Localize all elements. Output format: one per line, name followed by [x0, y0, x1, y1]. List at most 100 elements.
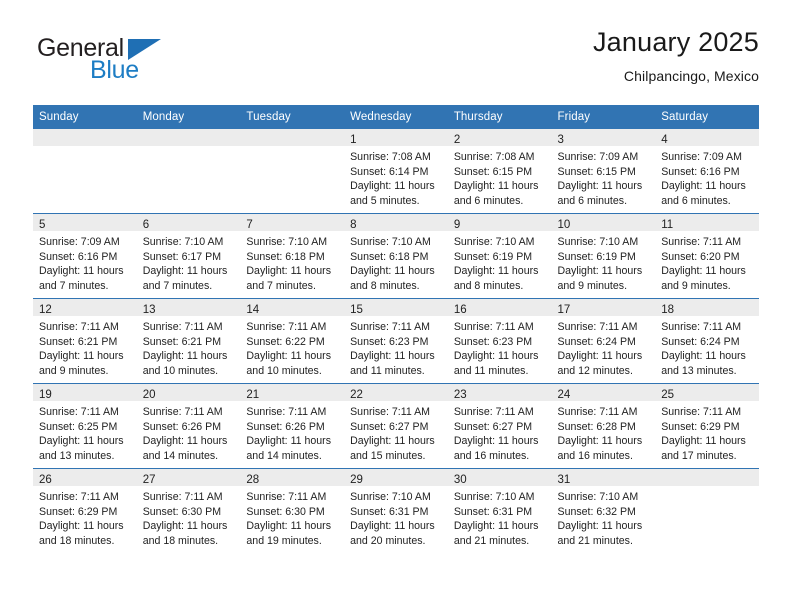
calendar-grid: Sunday Monday Tuesday Wednesday Thursday… — [33, 105, 759, 553]
calendar-day-cell[interactable]: 24 Sunrise: 7:11 AM Sunset: 6:28 PM Dayligh… — [551, 383, 656, 469]
day-cell-body: Sunrise: 7:10 AM Sunset: 6:18 PM Daylight:… — [240, 231, 344, 293]
day-number: 9 — [453, 219, 461, 231]
day-number-band: 22 — [344, 384, 448, 401]
sunset-text: Sunset: 6:26 PM — [246, 420, 325, 433]
day-cell-body: Sunrise: 7:11 AM Sunset: 6:30 PM Daylight:… — [240, 486, 344, 548]
sunset-text: Sunset: 6:18 PM — [246, 250, 325, 263]
calendar-day-cell[interactable]: 27 Sunrise: 7:11 AM Sunset: 6:30 PM Dayligh… — [136, 468, 241, 553]
daylight-text: Daylight: 11 hours and 14 minutes. — [246, 435, 332, 462]
weekday-header-friday: Friday — [551, 105, 656, 129]
calendar-day-cell[interactable]: 28 Sunrise: 7:11 AM Sunset: 6:30 PM Dayligh… — [240, 468, 345, 553]
calendar-page: General Blue January 2025 Chilpancingo, … — [0, 0, 792, 612]
calendar-day-cell-empty — [136, 129, 241, 214]
sunset-text: Sunset: 6:31 PM — [453, 505, 533, 518]
calendar-day-cell[interactable]: 25 Sunrise: 7:11 AM Sunset: 6:29 PM Dayligh… — [655, 383, 759, 469]
calendar-day-cell[interactable]: 15 Sunrise: 7:11 AM Sunset: 6:23 PM Dayligh… — [344, 298, 448, 384]
day-number: 10 — [557, 219, 571, 231]
day-cell-body: Sunrise: 7:10 AM Sunset: 6:31 PM Daylight:… — [448, 486, 552, 548]
sunrise-text: Sunrise: 7:11 AM — [661, 406, 742, 418]
calendar-day-cell[interactable]: 9 Sunrise: 7:10 AM Sunset: 6:19 PM Daylight… — [447, 213, 552, 299]
sunrise-text: Sunrise: 7:11 AM — [142, 406, 223, 418]
daylight-text: Daylight: 11 hours and 9 minutes. — [39, 350, 124, 377]
sunrise-text: Sunrise: 7:11 AM — [39, 321, 119, 333]
page-header: General Blue January 2025 Chilpancingo, … — [33, 26, 759, 98]
daylight-text: Daylight: 11 hours and 13 minutes. — [661, 350, 746, 377]
day-number-band: 11 — [655, 214, 759, 231]
calendar-day-cell[interactable]: 19 Sunrise: 7:11 AM Sunset: 6:25 PM Dayligh… — [33, 383, 137, 469]
calendar-day-cell[interactable]: 16 Sunrise: 7:11 AM Sunset: 6:23 PM Dayligh… — [447, 298, 552, 384]
general-blue-logo[interactable]: General Blue — [33, 26, 263, 88]
day-cell-body: Sunrise: 7:11 AM Sunset: 6:25 PM Daylight:… — [33, 401, 137, 463]
sunset-text: Sunset: 6:19 PM — [453, 250, 533, 263]
sunset-text: Sunset: 6:19 PM — [557, 250, 636, 263]
calendar-body: 1 Sunrise: 7:08 AM Sunset: 6:14 PM Daylight… — [33, 129, 759, 553]
day-number: 8 — [350, 219, 357, 231]
day-number-band: 3 — [551, 129, 656, 146]
day-cell-body: Sunrise: 7:10 AM Sunset: 6:32 PM Daylight:… — [552, 486, 656, 548]
day-cell-body: Sunrise: 7:11 AM Sunset: 6:22 PM Daylight:… — [240, 316, 344, 378]
sunset-text: Sunset: 6:16 PM — [39, 250, 118, 263]
calendar-day-cell[interactable]: 12 Sunrise: 7:11 AM Sunset: 6:21 PM Dayligh… — [33, 298, 137, 384]
sunrise-text: Sunrise: 7:10 AM — [350, 491, 431, 503]
sunrise-text: Sunrise: 7:11 AM — [39, 491, 119, 503]
calendar-day-cell[interactable]: 17 Sunrise: 7:11 AM Sunset: 6:24 PM Dayligh… — [551, 298, 656, 384]
calendar-day-cell[interactable]: 26 Sunrise: 7:11 AM Sunset: 6:29 PM Dayligh… — [33, 468, 137, 553]
sunset-text: Sunset: 6:27 PM — [453, 420, 533, 433]
daylight-text: Daylight: 11 hours and 10 minutes. — [142, 350, 228, 377]
sunrise-text: Sunrise: 7:09 AM — [557, 151, 639, 163]
day-cell-body: Sunrise: 7:11 AM Sunset: 6:21 PM Daylight:… — [33, 316, 137, 378]
sunrise-text: Sunrise: 7:10 AM — [246, 236, 328, 248]
calendar-day-cell[interactable]: 10 Sunrise: 7:10 AM Sunset: 6:19 PM Dayligh… — [551, 213, 656, 299]
day-number-band: 25 — [655, 384, 759, 401]
day-number: 1 — [350, 134, 357, 146]
day-number-band: 17 — [551, 299, 656, 316]
day-number: 14 — [246, 304, 260, 316]
sunrise-text: Sunrise: 7:10 AM — [453, 236, 535, 248]
calendar-day-cell[interactable]: 21 Sunrise: 7:11 AM Sunset: 6:26 PM Dayligh… — [240, 383, 345, 469]
daylight-text: Daylight: 11 hours and 7 minutes. — [246, 265, 332, 292]
daylight-text: Daylight: 11 hours and 18 minutes. — [142, 520, 228, 547]
calendar-day-cell[interactable]: 20 Sunrise: 7:11 AM Sunset: 6:26 PM Dayligh… — [136, 383, 241, 469]
day-number-band: 20 — [136, 384, 241, 401]
calendar-day-cell[interactable]: 5 Sunrise: 7:09 AM Sunset: 6:16 PM Daylight… — [33, 213, 137, 299]
calendar-day-cell[interactable]: 29 Sunrise: 7:10 AM Sunset: 6:31 PM Dayligh… — [344, 468, 448, 553]
calendar-day-cell[interactable]: 13 Sunrise: 7:11 AM Sunset: 6:21 PM Dayligh… — [136, 298, 241, 384]
day-number-band: 24 — [551, 384, 656, 401]
sunrise-text: Sunrise: 7:11 AM — [453, 406, 534, 418]
calendar-day-cell[interactable]: 30 Sunrise: 7:10 AM Sunset: 6:31 PM Dayligh… — [447, 468, 552, 553]
calendar-week-row: 26 Sunrise: 7:11 AM Sunset: 6:29 PM Dayligh… — [33, 468, 759, 553]
day-number: 29 — [350, 474, 363, 486]
day-cell-body — [137, 146, 241, 150]
day-number: 12 — [39, 304, 52, 316]
calendar-day-cell[interactable]: 4 Sunrise: 7:09 AM Sunset: 6:16 PM Daylight… — [655, 129, 759, 214]
sunset-text: Sunset: 6:29 PM — [39, 505, 118, 518]
sunset-text: Sunset: 6:25 PM — [39, 420, 118, 433]
day-number: 3 — [557, 134, 564, 146]
calendar-day-cell[interactable]: 22 Sunrise: 7:11 AM Sunset: 6:27 PM Dayligh… — [344, 383, 448, 469]
sunset-text: Sunset: 6:24 PM — [557, 335, 636, 348]
day-cell-body: Sunrise: 7:08 AM Sunset: 6:14 PM Daylight:… — [344, 146, 448, 208]
calendar-day-cell[interactable]: 3 Sunrise: 7:09 AM Sunset: 6:15 PM Daylight… — [551, 129, 656, 214]
calendar-day-cell[interactable]: 6 Sunrise: 7:10 AM Sunset: 6:17 PM Daylight… — [136, 213, 241, 299]
calendar-day-cell[interactable]: 23 Sunrise: 7:11 AM Sunset: 6:27 PM Dayligh… — [447, 383, 552, 469]
calendar-day-cell[interactable]: 31 Sunrise: 7:10 AM Sunset: 6:32 PM Dayligh… — [551, 468, 656, 553]
calendar-day-cell[interactable]: 11 Sunrise: 7:11 AM Sunset: 6:20 PM Dayligh… — [655, 213, 759, 299]
calendar-day-cell[interactable]: 14 Sunrise: 7:11 AM Sunset: 6:22 PM Dayligh… — [240, 298, 345, 384]
page-title: January 2025 — [592, 27, 759, 57]
calendar-day-cell[interactable]: 2 Sunrise: 7:08 AM Sunset: 6:15 PM Daylight… — [447, 129, 552, 214]
day-number: 18 — [661, 304, 675, 316]
calendar-day-cell[interactable]: 18 Sunrise: 7:11 AM Sunset: 6:24 PM Dayligh… — [655, 298, 759, 384]
calendar-day-cell[interactable]: 7 Sunrise: 7:10 AM Sunset: 6:18 PM Daylight… — [240, 213, 345, 299]
daylight-text: Daylight: 11 hours and 6 minutes. — [661, 180, 746, 207]
day-number-band: 21 — [240, 384, 345, 401]
daylight-text: Daylight: 11 hours and 6 minutes. — [557, 180, 643, 207]
daylight-text: Daylight: 11 hours and 7 minutes. — [39, 265, 124, 292]
daylight-text: Daylight: 11 hours and 7 minutes. — [142, 265, 228, 292]
calendar-day-cell[interactable]: 8 Sunrise: 7:10 AM Sunset: 6:18 PM Daylight… — [344, 213, 448, 299]
page-subtitle: Chilpancingo, Mexico — [623, 68, 759, 84]
calendar-day-cell[interactable]: 1 Sunrise: 7:08 AM Sunset: 6:14 PM Daylight… — [344, 129, 448, 214]
sunset-text: Sunset: 6:21 PM — [142, 335, 222, 348]
day-number: 25 — [661, 389, 675, 401]
sunrise-text: Sunrise: 7:11 AM — [350, 321, 430, 333]
day-cell-body: Sunrise: 7:11 AM Sunset: 6:26 PM Daylight:… — [240, 401, 344, 463]
